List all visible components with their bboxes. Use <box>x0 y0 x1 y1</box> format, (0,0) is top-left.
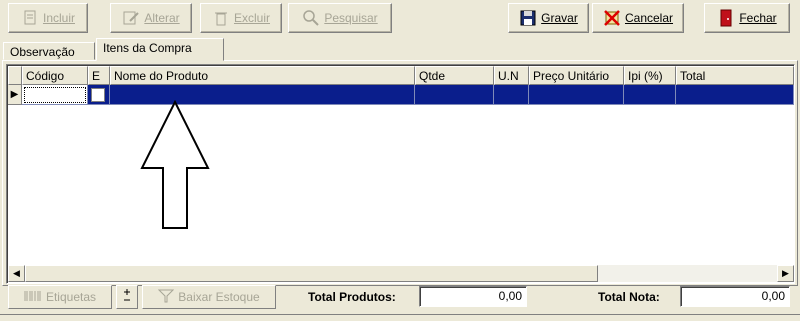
e-checkbox[interactable] <box>91 88 105 102</box>
etiquetas-button[interactable]: Etiquetas <box>8 285 112 309</box>
cell-codigo[interactable] <box>22 85 88 105</box>
filter-icon <box>158 289 175 306</box>
pesquisar-label: Pesquisar <box>324 11 378 25</box>
document-icon <box>21 9 39 27</box>
baixar-estoque-button[interactable]: Baixar Estoque <box>142 285 276 309</box>
table-row[interactable]: ▶ <box>8 85 794 105</box>
incluir-label: Incluir <box>42 11 75 25</box>
total-nota-field[interactable]: 0,00 <box>680 286 790 307</box>
pesquisar-button[interactable]: Pesquisar <box>288 3 392 33</box>
up-arrow-annotation <box>140 100 210 229</box>
cell-total[interactable] <box>676 85 794 105</box>
horizontal-scrollbar[interactable]: ◀ ▶ <box>8 265 794 282</box>
total-produtos-field[interactable]: 0,00 <box>419 286 527 307</box>
header-preco-unitario[interactable]: Preço Unitário <box>529 66 624 85</box>
tab-observacao[interactable]: Observação <box>3 42 95 60</box>
etiquetas-label: Etiquetas <box>45 290 97 304</box>
tab-itens-da-compra[interactable]: Itens da Compra <box>96 38 224 61</box>
barcode-icon <box>24 290 42 305</box>
cancel-icon <box>603 9 621 27</box>
cancelar-button[interactable]: Cancelar <box>592 3 684 33</box>
scroll-thumb[interactable] <box>25 265 598 282</box>
cell-e[interactable] <box>88 85 110 105</box>
cell-preco-unitario[interactable] <box>529 85 624 105</box>
cell-un[interactable] <box>494 85 529 105</box>
cancelar-label: Cancelar <box>624 11 674 25</box>
plus-minus-icon <box>121 288 133 307</box>
items-grid[interactable]: Código E Nome do Produto Qtde U.N Preço … <box>6 64 795 284</box>
excluir-label: Excluir <box>233 11 270 25</box>
excluir-button[interactable]: Excluir <box>200 3 282 33</box>
baixar-estoque-label: Baixar Estoque <box>178 290 260 304</box>
search-icon <box>302 9 320 27</box>
status-bar <box>0 314 800 321</box>
header-e[interactable]: E <box>88 66 110 85</box>
fechar-button[interactable]: Fechar <box>704 3 790 33</box>
alterar-label: Alterar <box>144 11 180 25</box>
header-total[interactable]: Total <box>676 66 794 85</box>
total-produtos-label: Total Produtos: <box>308 290 396 304</box>
tab-itens-label: Itens da Compra <box>103 41 192 55</box>
save-icon <box>519 9 537 27</box>
cell-qtde[interactable] <box>415 85 494 105</box>
tab-observacao-label: Observação <box>10 45 75 59</box>
cell-ipi[interactable] <box>624 85 676 105</box>
bottom-bar: Etiquetas Baixar Estoque Total Produtos:… <box>0 284 800 314</box>
total-nota-label: Total Nota: <box>598 290 660 304</box>
scroll-left-arrow-icon[interactable]: ◀ <box>8 265 25 282</box>
header-ipi[interactable]: Ipi (%) <box>624 66 676 85</box>
row-indicator: ▶ <box>8 85 22 105</box>
grid-header: Código E Nome do Produto Qtde U.N Preço … <box>8 66 794 85</box>
gravar-label: Gravar <box>541 11 578 25</box>
alterar-button[interactable]: Alterar <box>110 3 192 33</box>
header-codigo[interactable]: Código <box>22 66 88 85</box>
gravar-button[interactable]: Gravar <box>508 3 589 33</box>
edit-icon <box>122 9 140 27</box>
door-icon <box>717 9 735 27</box>
scroll-right-arrow-icon[interactable]: ▶ <box>777 265 794 282</box>
incluir-button[interactable]: Incluir <box>8 3 88 33</box>
fechar-label: Fechar <box>739 11 777 25</box>
trash-icon <box>212 9 230 27</box>
toolbar: Incluir Alterar Excluir Pesquisar Gravar… <box>0 0 800 38</box>
header-indicator <box>8 66 22 85</box>
header-qtde[interactable]: Qtde <box>415 66 494 85</box>
header-un[interactable]: U.N <box>494 66 529 85</box>
spin-button[interactable] <box>116 285 138 309</box>
header-nome-do-produto[interactable]: Nome do Produto <box>110 66 415 85</box>
